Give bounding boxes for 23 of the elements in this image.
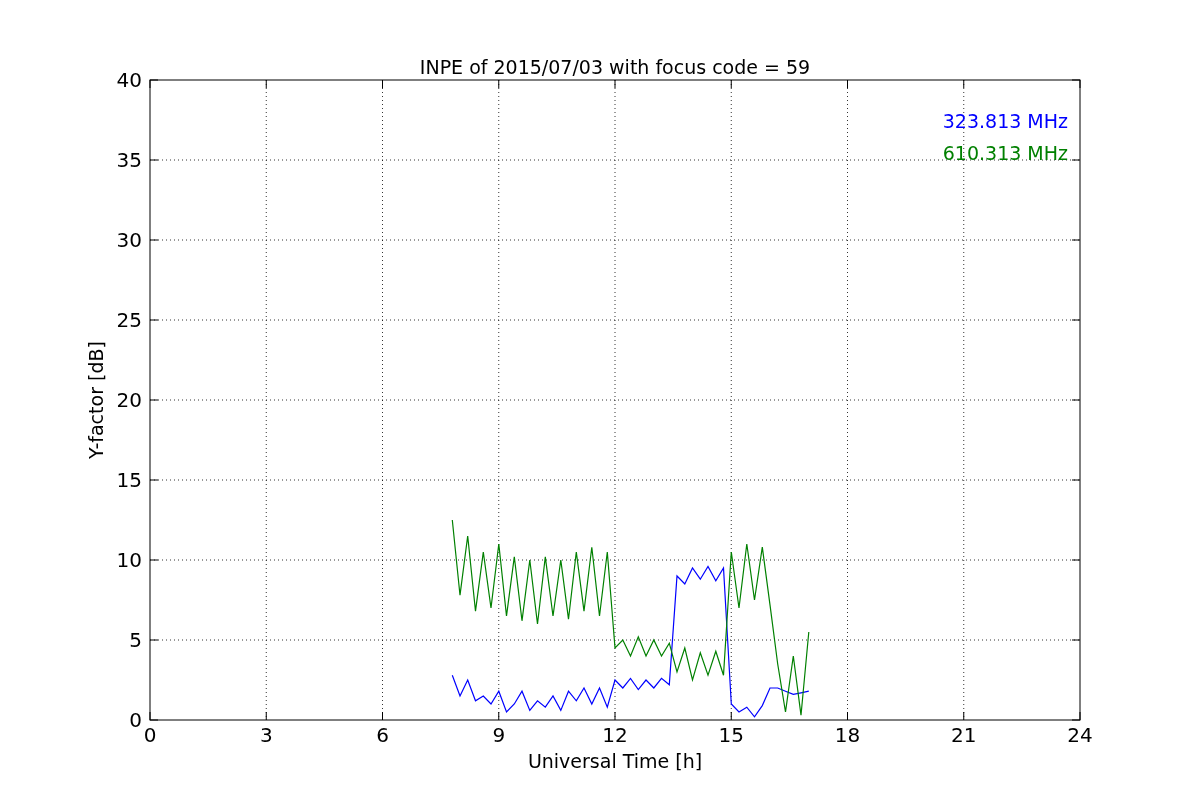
axis-label: Y-factor [dB] — [85, 341, 107, 459]
tick-label: 21 — [951, 723, 977, 747]
tick-label: 24 — [1067, 723, 1093, 747]
tick-label: 12 — [602, 723, 628, 747]
tick-label: 25 — [116, 308, 142, 332]
tick-label: 9 — [492, 723, 506, 747]
tick-label: 10 — [116, 548, 142, 572]
tick-label: 15 — [116, 468, 142, 492]
legend-label: 610.313 MHz — [942, 142, 1068, 164]
tick-label: 30 — [116, 228, 142, 252]
legend-label: 323.813 MHz — [942, 110, 1068, 132]
tick-label: 40 — [116, 68, 142, 92]
chart-title: INPE of 2015/07/03 with focus code = 59 — [419, 56, 811, 78]
tick-label: 5 — [129, 628, 142, 652]
tick-label: 0 — [129, 708, 142, 732]
tick-label: 6 — [376, 723, 389, 747]
tick-label: 0 — [143, 723, 157, 747]
tick-label: 18 — [834, 723, 861, 747]
tick-label: 15 — [718, 723, 744, 747]
tick-label: 3 — [259, 723, 273, 747]
axis-label: Universal Time [h] — [527, 750, 703, 772]
tick-label: 35 — [116, 148, 142, 172]
tick-label: 20 — [116, 388, 142, 412]
